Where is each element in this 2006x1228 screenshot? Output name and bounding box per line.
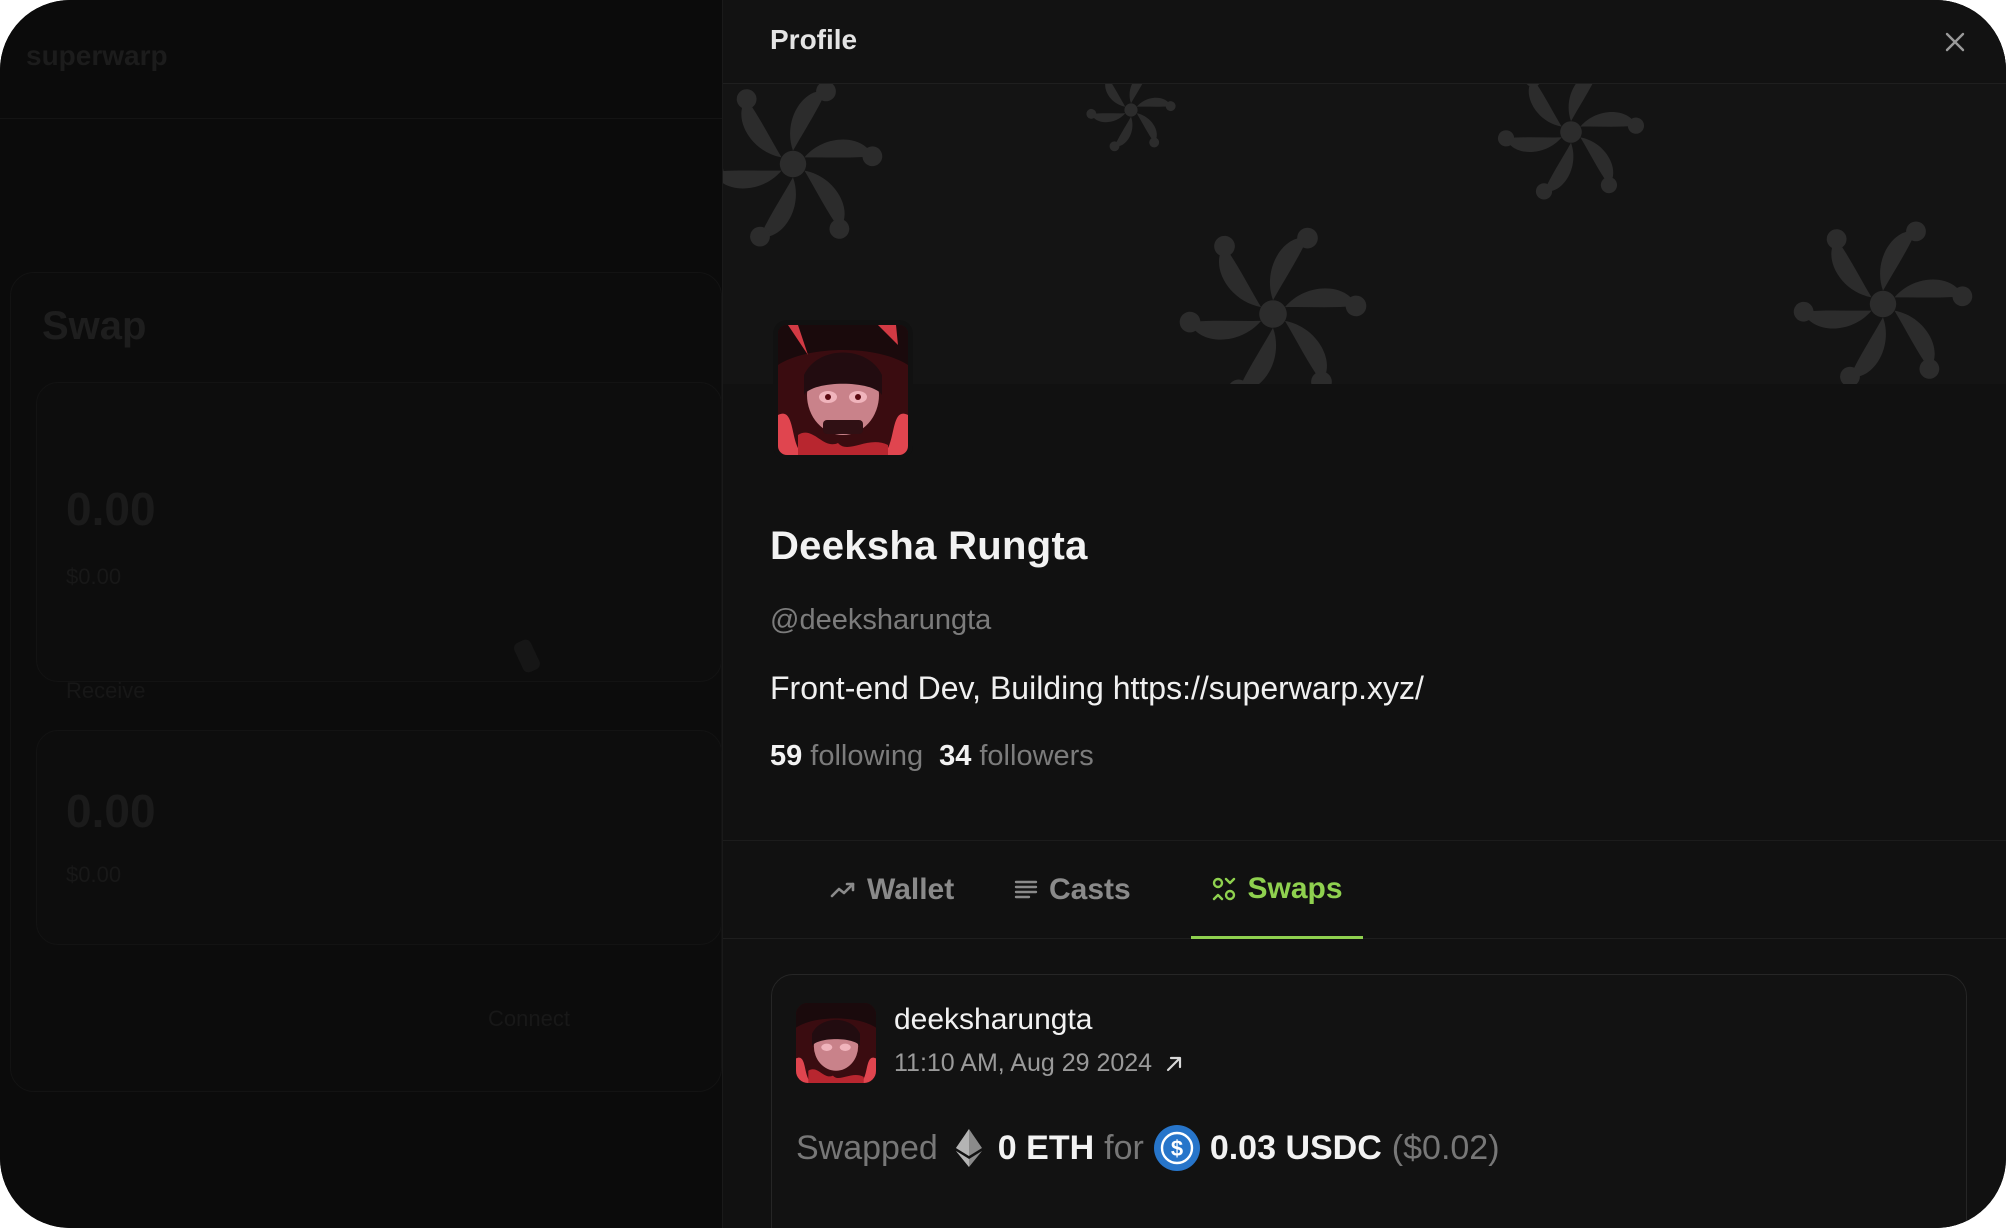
profile-banner <box>723 84 2006 384</box>
close-button[interactable] <box>1939 26 1971 58</box>
swap-from-amount: 0 ETH <box>997 1128 1095 1167</box>
tab-casts-label: Casts <box>1049 873 1131 906</box>
panel-title: Profile <box>770 24 858 55</box>
swap-timestamp-row: 11:10 AM, Aug 29 2024 <box>894 1049 1184 1078</box>
svg-text:$: $ <box>1171 1136 1183 1161</box>
tab-wallet-label: Wallet <box>867 873 955 906</box>
followers-stat[interactable]: 34 followers <box>939 740 1094 773</box>
profile-stats: 59 following 34 followers <box>770 740 1094 773</box>
tab-swaps[interactable]: Swaps <box>1191 841 1363 939</box>
background-swap-title: Swap <box>42 304 147 348</box>
background-to-amount: 0.00 <box>66 785 156 837</box>
profile-display-name: Deeksha Rungta <box>770 524 1088 568</box>
background-app: superwarp Swap 0.00 $0.00 Receive 0.00 $… <box>0 0 722 1228</box>
followers-label: followers <box>979 740 1094 772</box>
avatar-image <box>778 325 908 455</box>
swap-action: Swapped <box>796 1128 938 1167</box>
app-window: superwarp Swap 0.00 $0.00 Receive 0.00 $… <box>0 0 2006 1228</box>
swap-avatar-image <box>796 1003 876 1083</box>
swap-connector: for <box>1104 1128 1144 1167</box>
profile-avatar <box>773 320 913 460</box>
followers-count: 34 <box>939 740 972 772</box>
background-to-sub: $0.00 <box>66 862 122 887</box>
tab-swaps-label: Swaps <box>1247 871 1343 905</box>
following-count: 59 <box>770 740 803 772</box>
close-icon <box>1945 32 1965 52</box>
external-link-icon <box>1166 1056 1182 1071</box>
swap-user-avatar <box>796 1003 876 1083</box>
eth-icon <box>955 1129 982 1167</box>
swap-item-card: deeksharungta 11:10 AM, Aug 29 2024 Swap… <box>771 974 1967 1228</box>
tab-casts[interactable]: Casts <box>1013 841 1131 939</box>
profile-handle: @deeksharungta <box>770 604 992 636</box>
panel-header: Profile <box>723 0 2006 84</box>
tab-wallet[interactable]: Wallet <box>829 841 954 939</box>
background-from-amount: 0.00 <box>66 483 156 535</box>
list-icon <box>1014 880 1038 899</box>
swap-summary: Swapped 0 ETH for $ 0.03 USDC ($0.02) <box>796 1125 1500 1171</box>
background-logo: superwarp <box>26 40 168 71</box>
banner-pinwheel-pattern <box>723 84 2006 384</box>
swap-timestamp: 11:10 AM, Aug 29 2024 <box>894 1049 1153 1077</box>
trend-up-icon <box>830 882 855 898</box>
background-receive-label: Receive <box>66 678 146 703</box>
following-stat[interactable]: 59 following <box>770 740 923 773</box>
swap-to-amount: 0.03 USDC <box>1209 1128 1382 1167</box>
swap-icon <box>1213 877 1236 900</box>
usdc-icon: $ <box>1153 1125 1200 1171</box>
swap-to-value: ($0.02) <box>1391 1128 1500 1167</box>
background-from-sub: $0.00 <box>66 564 122 589</box>
profile-bio: Front-end Dev, Building https://superwar… <box>770 670 1424 706</box>
profile-tabs: Wallet Casts Swaps <box>723 841 2006 939</box>
following-label: following <box>810 740 924 772</box>
external-link-button[interactable] <box>1164 1054 1184 1074</box>
profile-panel: Profile Deeksha Rungta @deeksharungta Fr… <box>722 0 2006 1228</box>
swap-username: deeksharungta <box>894 1003 1093 1036</box>
background-connect-button: Connect <box>488 1006 570 1031</box>
background-divider <box>0 118 722 119</box>
